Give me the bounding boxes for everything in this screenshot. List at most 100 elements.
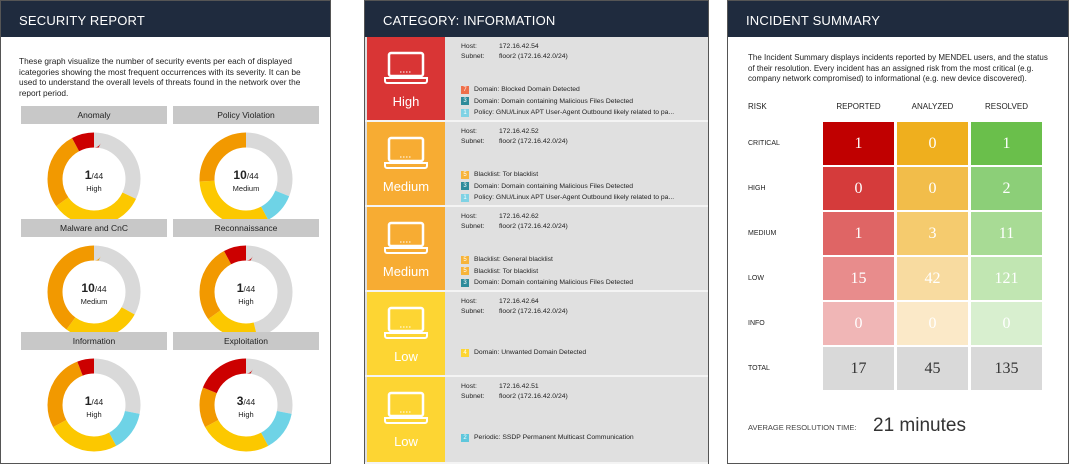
- category-label: Reconnaissance: [173, 219, 319, 237]
- incident-cell[interactable]: 0: [897, 302, 968, 345]
- host-label: Host:: [461, 43, 477, 50]
- host-ip: 172.16.42.62: [499, 213, 539, 220]
- event-item[interactable]: 5 Blacklist: Tor blacklist: [461, 169, 674, 181]
- event-count-badge: 4: [461, 348, 469, 357]
- risk-label: HIGH: [748, 185, 766, 192]
- category-label: Information: [21, 332, 167, 350]
- category-label: Malware and CnC: [21, 219, 167, 237]
- event-text: Blacklist: Tor blacklist: [474, 171, 539, 179]
- security-report-panel: SECURITY REPORT These graph visualize th…: [0, 0, 331, 464]
- incident-cell[interactable]: 17: [823, 347, 894, 390]
- laptop-icon: [384, 221, 428, 254]
- donut-chart: 1/44 High: [44, 129, 144, 229]
- host-label: Host:: [461, 298, 477, 305]
- category-label: Anomaly: [21, 106, 167, 124]
- severity-label: Medium: [382, 179, 430, 194]
- incident-cell[interactable]: 1: [823, 122, 894, 165]
- description: These graph visualize the number of secu…: [19, 56, 301, 98]
- incident-cell[interactable]: 0: [823, 302, 894, 345]
- event-item[interactable]: 1 Policy: GNU/Linux APT User-Agent Outbou…: [461, 107, 674, 119]
- category-panel: CATEGORY: INFORMATION High Host: 172.16.4…: [364, 0, 709, 464]
- event-item[interactable]: 5 Blacklist: Tor blacklist: [461, 266, 633, 278]
- event-item[interactable]: 5 Blacklist: General blacklist: [461, 254, 633, 266]
- column-header: REPORTED: [836, 102, 881, 111]
- event-text: Domain: Domain containing Malicious File…: [474, 279, 634, 287]
- incident-cell[interactable]: 135: [971, 347, 1042, 390]
- risk-label: CRITICAL: [748, 140, 780, 147]
- severity-label: Low: [394, 349, 418, 364]
- host-row[interactable]: Medium Host: 172.16.42.52 Subnet: floor2 (…: [365, 122, 708, 207]
- severity-label: Low: [394, 434, 418, 449]
- category-label: Policy Violation: [173, 106, 319, 124]
- subnet-label: Subnet:: [461, 393, 485, 400]
- column-header: RISK: [748, 102, 767, 111]
- host-row[interactable]: Medium Host: 172.16.42.62 Subnet: floor2 (…: [365, 207, 708, 292]
- severity-block: Low: [367, 377, 445, 462]
- host-row[interactable]: High Host: 172.16.42.54 Subnet: floor2 (17…: [365, 37, 708, 122]
- panel-title: CATEGORY: INFORMATION: [365, 1, 708, 37]
- incident-cell[interactable]: 11: [971, 212, 1042, 255]
- event-item[interactable]: 4 Domain: Unwanted Domain Detected: [461, 347, 586, 359]
- incident-cell[interactable]: 15: [823, 257, 894, 300]
- event-item[interactable]: 2 Periodic: SSDP Permanent Multicast Comm…: [461, 432, 634, 444]
- event-text: Domain: Blocked Domain Detected: [474, 86, 580, 94]
- subnet-label: Subnet:: [461, 53, 485, 60]
- incident-cell[interactable]: 121: [971, 257, 1042, 300]
- subnet-value: floor2 (172.16.42.0/24): [499, 53, 568, 60]
- laptop-icon: [384, 391, 428, 424]
- host-ip: 172.16.42.52: [499, 128, 539, 135]
- incident-cell[interactable]: 1: [971, 122, 1042, 165]
- donut-count: 1/44: [84, 394, 104, 408]
- donut-chart: 10/44 Medium: [44, 242, 144, 342]
- subnet-label: Subnet:: [461, 223, 485, 230]
- incident-cell[interactable]: 0: [897, 122, 968, 165]
- incident-cell[interactable]: 3: [897, 212, 968, 255]
- event-count-badge: 3: [461, 278, 469, 287]
- donut-severity: Medium: [80, 297, 108, 306]
- severity-block: Medium: [367, 207, 445, 290]
- column-header: RESOLVED: [985, 102, 1028, 111]
- incident-cell[interactable]: 45: [897, 347, 968, 390]
- event-item[interactable]: 3 Domain: Domain containing Malicious Fil…: [461, 181, 674, 193]
- event-count-badge: 5: [461, 255, 469, 264]
- event-text: Domain: Unwanted Domain Detected: [474, 349, 587, 357]
- incident-cell[interactable]: 0: [971, 302, 1042, 345]
- avg-resolution-value: 21 minutes: [873, 415, 966, 436]
- subnet-value: floor2 (172.16.42.0/24): [499, 393, 568, 400]
- panel-title: INCIDENT SUMMARY: [728, 1, 1068, 37]
- incident-cell[interactable]: 0: [823, 167, 894, 210]
- description: The Incident Summary displays incidents …: [748, 53, 1048, 83]
- incident-cell[interactable]: 1: [823, 212, 894, 255]
- incident-cell[interactable]: 42: [897, 257, 968, 300]
- event-count-badge: 5: [461, 267, 469, 276]
- incident-cell[interactable]: 2: [971, 167, 1042, 210]
- subnet-label: Subnet:: [461, 138, 485, 145]
- donut-severity: High: [238, 410, 254, 419]
- event-count-badge: 3: [461, 182, 469, 191]
- event-text: Blacklist: Tor blacklist: [474, 267, 539, 275]
- donut-severity: High: [238, 297, 254, 306]
- host-row[interactable]: Low Host: 172.16.42.51 Subnet: floor2 (172…: [365, 377, 708, 464]
- event-item[interactable]: 3 Domain: Domain containing Malicious Fil…: [461, 277, 633, 289]
- event-item[interactable]: 3 Domain: Domain containing Malicious Fil…: [461, 96, 674, 108]
- donut-chart: 1/44 High: [196, 242, 296, 342]
- event-count-badge: 5: [461, 170, 469, 179]
- severity-block: Medium: [367, 122, 445, 205]
- donut-count: 3/44: [236, 394, 256, 408]
- laptop-icon: [384, 51, 428, 84]
- host-row[interactable]: Low Host: 172.16.42.64 Subnet: floor2 (172…: [365, 292, 708, 377]
- severity-label: Medium: [382, 264, 430, 279]
- incident-cell[interactable]: 0: [897, 167, 968, 210]
- donut-chart: 3/44 High: [196, 355, 296, 455]
- donut-chart: 10/44 Medium: [196, 129, 296, 229]
- host-ip: 172.16.42.51: [499, 383, 539, 390]
- donut-severity: Medium: [232, 184, 260, 193]
- host-label: Host:: [461, 128, 477, 135]
- event-text: Domain: Domain containing Malicious File…: [474, 182, 634, 190]
- event-item[interactable]: 7 Domain: Blocked Domain Detected: [461, 84, 674, 96]
- event-item[interactable]: 1 Policy: GNU/Linux APT User-Agent Outbou…: [461, 192, 674, 204]
- severity-block: Low: [367, 292, 445, 375]
- event-text: Blacklist: General blacklist: [474, 256, 553, 264]
- risk-label: TOTAL: [748, 365, 770, 372]
- event-text: Domain: Domain containing Malicious File…: [474, 97, 634, 105]
